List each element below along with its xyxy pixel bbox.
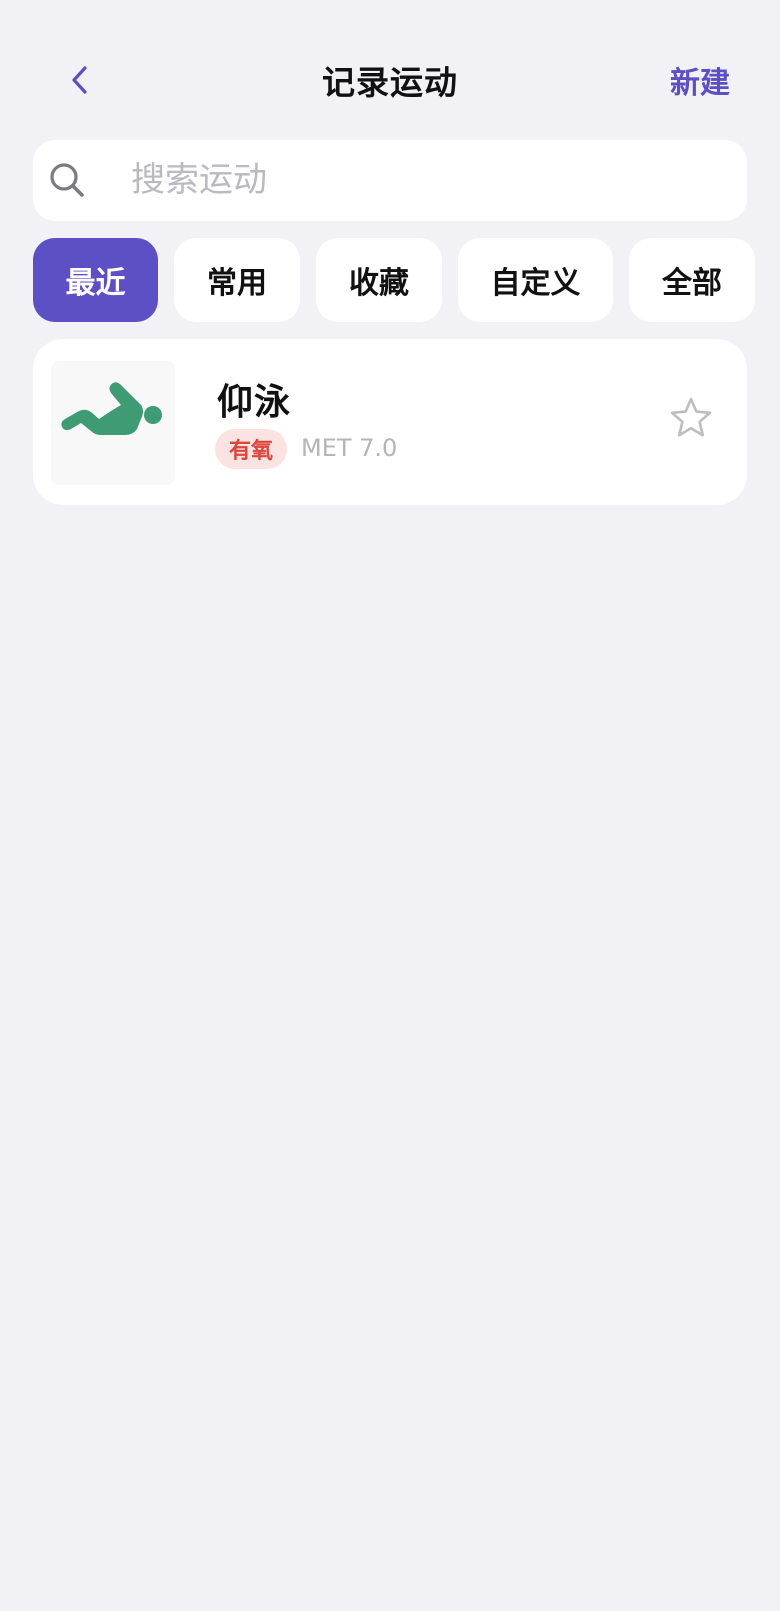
tab-recent[interactable]: 最近 xyxy=(33,238,158,322)
header: 记录运动 新建 xyxy=(0,50,780,110)
page-title: 记录运动 xyxy=(322,63,458,102)
status-time xyxy=(66,0,176,6)
status-indicators xyxy=(505,0,705,6)
favorite-button[interactable] xyxy=(667,394,715,442)
exercise-tag: 有氧 xyxy=(215,429,288,469)
exercise-name: 仰泳 xyxy=(217,382,292,423)
tab-frequent[interactable]: 常用 xyxy=(174,238,300,322)
tab-custom[interactable]: 自定义 xyxy=(458,238,613,322)
status-bar xyxy=(0,0,780,8)
exercise-met: MET 7.0 xyxy=(301,434,398,462)
search-icon xyxy=(50,163,84,197)
backstroke-swimmer-icon xyxy=(61,382,162,435)
exercise-thumbnail xyxy=(51,361,175,485)
tab-favorites[interactable]: 收藏 xyxy=(316,238,442,322)
exercise-list-item[interactable]: 仰泳 有氧 MET 7.0 xyxy=(33,339,747,505)
new-button[interactable]: 新建 xyxy=(670,58,730,102)
search-input[interactable] xyxy=(131,154,711,206)
search-box[interactable] xyxy=(33,140,747,221)
tab-all[interactable]: 全部 xyxy=(629,238,755,322)
category-tabs: 最近 常用 收藏 自定义 全部 xyxy=(33,238,780,322)
screen: 记录运动 新建 最近 常用 收藏 自定义 全部 仰泳 有氧 MET 7.0 xyxy=(0,0,780,1611)
star-icon xyxy=(670,397,712,437)
